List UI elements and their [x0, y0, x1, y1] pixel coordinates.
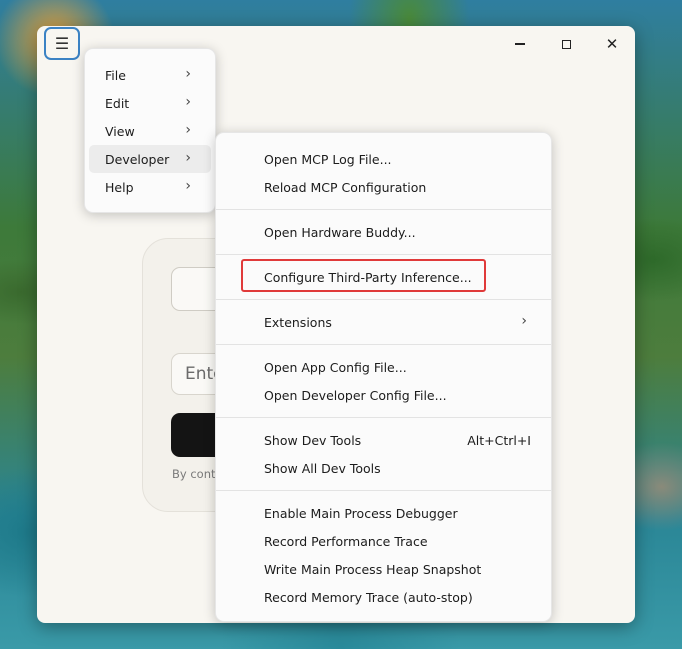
show-dev-tools-item[interactable]: Show Dev Tools [264, 433, 361, 448]
hamburger-menu-button[interactable]: ☰ [44, 27, 80, 60]
developer-submenu: Open MCP Log File... Reload MCP Configur… [215, 132, 552, 622]
menu-item-edit[interactable]: Edit › [89, 89, 211, 117]
highlight-box [241, 259, 486, 292]
menu-divider [216, 490, 551, 491]
menu-item-help[interactable]: Help › [89, 173, 211, 201]
enable-main-process-debugger-item[interactable]: Enable Main Process Debugger [264, 506, 458, 521]
write-heap-snapshot-item[interactable]: Write Main Process Heap Snapshot [264, 562, 481, 577]
menu-item-label: View [105, 124, 135, 139]
menu-item-view[interactable]: View › [89, 117, 211, 145]
chevron-right-icon: › [185, 122, 191, 138]
legal-text: By conti [172, 467, 219, 481]
open-developer-config-file-item[interactable]: Open Developer Config File... [264, 388, 447, 403]
chevron-right-icon: › [521, 313, 527, 329]
record-memory-trace-item[interactable]: Record Memory Trace (auto-stop) [264, 590, 473, 605]
main-menu: File › Edit › View › Developer › Help › [84, 48, 216, 213]
maximize-icon [561, 39, 571, 49]
maximize-button[interactable] [556, 35, 576, 53]
menu-item-label: Developer [105, 152, 170, 167]
extensions-item[interactable]: Extensions [264, 315, 332, 330]
menu-divider [216, 299, 551, 300]
chevron-right-icon: › [185, 178, 191, 194]
shortcut-label: Alt+Ctrl+I [467, 433, 531, 448]
menu-item-label: Edit [105, 96, 130, 111]
reload-mcp-configuration-item[interactable]: Reload MCP Configuration [264, 180, 426, 195]
menu-divider [216, 254, 551, 255]
chevron-right-icon: › [185, 66, 191, 82]
menu-item-developer[interactable]: Developer › [89, 145, 211, 173]
minimize-icon [515, 43, 525, 45]
menu-item-label: Help [105, 180, 134, 195]
menu-divider [216, 417, 551, 418]
menu-divider [216, 209, 551, 210]
show-all-dev-tools-item[interactable]: Show All Dev Tools [264, 461, 381, 476]
open-app-config-file-item[interactable]: Open App Config File... [264, 360, 407, 375]
hamburger-icon: ☰ [54, 34, 70, 53]
record-performance-trace-item[interactable]: Record Performance Trace [264, 534, 428, 549]
chevron-right-icon: › [185, 150, 191, 166]
chevron-right-icon: › [185, 94, 191, 110]
open-mcp-log-file-item[interactable]: Open MCP Log File... [264, 152, 392, 167]
menu-item-label: File [105, 68, 126, 83]
close-button[interactable]: ✕ [602, 35, 622, 53]
close-icon: ✕ [605, 35, 619, 53]
menu-divider [216, 344, 551, 345]
open-hardware-buddy-item[interactable]: Open Hardware Buddy... [264, 225, 416, 240]
menu-item-file[interactable]: File › [89, 61, 211, 89]
minimize-button[interactable] [510, 35, 530, 53]
